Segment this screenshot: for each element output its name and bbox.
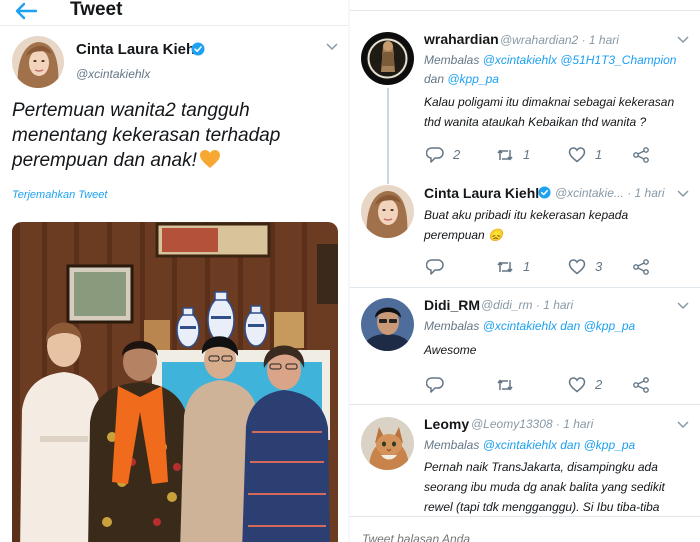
thread-line <box>387 88 389 184</box>
tweet-detail-panel: Tweet Cinta Laura Kiehl @xcintakiehlx Pe… <box>0 0 348 542</box>
like-heart-icon <box>568 377 586 393</box>
chevron-down-icon[interactable] <box>677 301 689 310</box>
reply-time[interactable]: · 1 hari <box>582 33 619 47</box>
share-icon <box>633 377 649 393</box>
reply-compose-bar <box>350 516 700 542</box>
reply-icon <box>426 377 444 393</box>
avatar[interactable] <box>361 298 414 351</box>
mention-link[interactable]: @xcintakiehlx <box>483 438 557 452</box>
chevron-down-icon[interactable] <box>326 42 338 52</box>
reply-meta: @Leomy13308 · 1 hari <box>471 417 593 431</box>
reply-text: Pernah naik TransJakarta, disampingku ad… <box>424 460 665 514</box>
orange-heart-emoji-icon <box>199 150 220 168</box>
like-count: 2 <box>595 377 603 392</box>
replying-to-prefix: Membalas <box>424 438 483 452</box>
retweet-icon <box>497 261 513 273</box>
reply-author-name[interactable]: Cinta Laura Kiehl <box>424 185 539 201</box>
tweet-actions: 2 <box>424 376 664 396</box>
avatar[interactable] <box>361 417 414 470</box>
reply-item[interactable]: wrahardian @wrahardian2 · 1 hari Membala… <box>350 0 700 174</box>
tweet-photo[interactable] <box>12 222 338 542</box>
reply-handle[interactable]: @Leomy13308 <box>471 417 553 431</box>
tweet-text: Pertemuan wanita2 tangguh menentang keke… <box>12 98 342 173</box>
replying-to-prefix: Membalas <box>424 53 483 67</box>
verified-badge-icon <box>538 186 551 199</box>
reply-count: 2 <box>453 147 461 162</box>
retweet-count: 1 <box>523 259 531 274</box>
tweet-text-body: Pertemuan wanita2 tangguh menentang keke… <box>12 100 281 171</box>
mention-link[interactable]: @kpp_pa <box>584 438 636 452</box>
reply-author-name[interactable]: Leomy <box>424 416 469 432</box>
author-avatar[interactable] <box>12 36 64 88</box>
like-heart-icon <box>568 259 586 275</box>
avatar[interactable] <box>361 185 414 238</box>
page-title: Tweet <box>70 0 123 20</box>
tweet-actions: 2 1 1 <box>424 146 664 166</box>
author-handle[interactable]: @xcintakiehlx <box>76 67 150 81</box>
share-icon <box>633 147 649 163</box>
replying-to: Membalas @xcintakiehlx dan @kpp_pa <box>424 436 692 455</box>
top-bar: Tweet <box>0 0 348 26</box>
reply-text: Buat aku pribadi itu kekerasan kepada pe… <box>424 208 629 242</box>
chevron-down-icon[interactable] <box>677 189 689 198</box>
reply-meta: @wrahardian2 · 1 hari <box>500 33 619 47</box>
like-count: 1 <box>595 147 603 162</box>
reply-text: Awesome <box>424 343 477 357</box>
reply-handle[interactable]: @wrahardian2 <box>500 33 578 47</box>
reply-text: Kalau poligami itu dimaknai sebagai keke… <box>424 95 675 129</box>
chevron-down-icon[interactable] <box>677 35 689 44</box>
replying-to: Membalas @xcintakiehlx dan @kpp_pa <box>424 317 692 336</box>
share-icon <box>633 259 649 275</box>
reply-icon <box>426 259 444 275</box>
replying-to-joiner: dan <box>556 319 584 333</box>
reply-input[interactable] <box>362 532 682 542</box>
reply-icon <box>426 147 444 163</box>
reply-time[interactable]: · 1 hari <box>556 417 593 431</box>
reply-meta: @didi_rm · 1 hari <box>481 298 573 312</box>
reply-author-name[interactable]: Didi_RM <box>424 297 480 313</box>
tweet-actions: 1 3 <box>424 258 664 278</box>
retweet-icon <box>497 379 513 391</box>
reply-author-name[interactable]: wrahardian <box>424 31 499 47</box>
reply-time[interactable]: · 1 hari <box>627 186 664 200</box>
chevron-down-icon[interactable] <box>677 420 689 429</box>
mention-link[interactable]: @xcintakiehlx <box>483 319 557 333</box>
reply-meta: @xcintakie... · 1 hari <box>555 186 665 200</box>
mention-link[interactable]: @kpp_pa <box>584 319 636 333</box>
replies-panel: wrahardian @wrahardian2 · 1 hari Membala… <box>350 0 700 542</box>
reply-item[interactable]: Cinta Laura Kiehl @xcintakie... · 1 hari… <box>350 174 700 288</box>
like-heart-icon <box>568 147 586 163</box>
avatar[interactable] <box>361 32 414 85</box>
mention-link[interactable]: @kpp_pa <box>447 72 499 86</box>
reply-handle[interactable]: @didi_rm <box>481 298 533 312</box>
mention-link[interactable]: @xcintakiehlx @51H1T3_Champion <box>483 53 677 67</box>
back-arrow-icon[interactable] <box>14 2 38 20</box>
retweet-count: 1 <box>523 147 531 162</box>
replying-to-prefix: Membalas <box>424 319 483 333</box>
replying-to-joiner: dan <box>424 72 448 86</box>
retweet-icon <box>497 149 513 161</box>
reply-time[interactable]: · 1 hari <box>536 298 573 312</box>
like-count: 3 <box>595 259 603 274</box>
author-name[interactable]: Cinta Laura Kiehl <box>76 41 199 58</box>
verified-badge-icon <box>191 42 205 56</box>
translate-tweet-link[interactable]: Terjemahkan Tweet <box>12 189 107 201</box>
reply-handle[interactable]: @xcintakie... <box>555 186 624 200</box>
reply-item[interactable]: Leomy @Leomy13308 · 1 hari Membalas @xci… <box>350 405 700 516</box>
replying-to: Membalas @xcintakiehlx @51H1T3_Champion … <box>424 51 692 89</box>
replying-to-joiner: dan <box>556 438 584 452</box>
reply-item[interactable]: Didi_RM @didi_rm · 1 hari Membalas @xcin… <box>350 288 700 404</box>
